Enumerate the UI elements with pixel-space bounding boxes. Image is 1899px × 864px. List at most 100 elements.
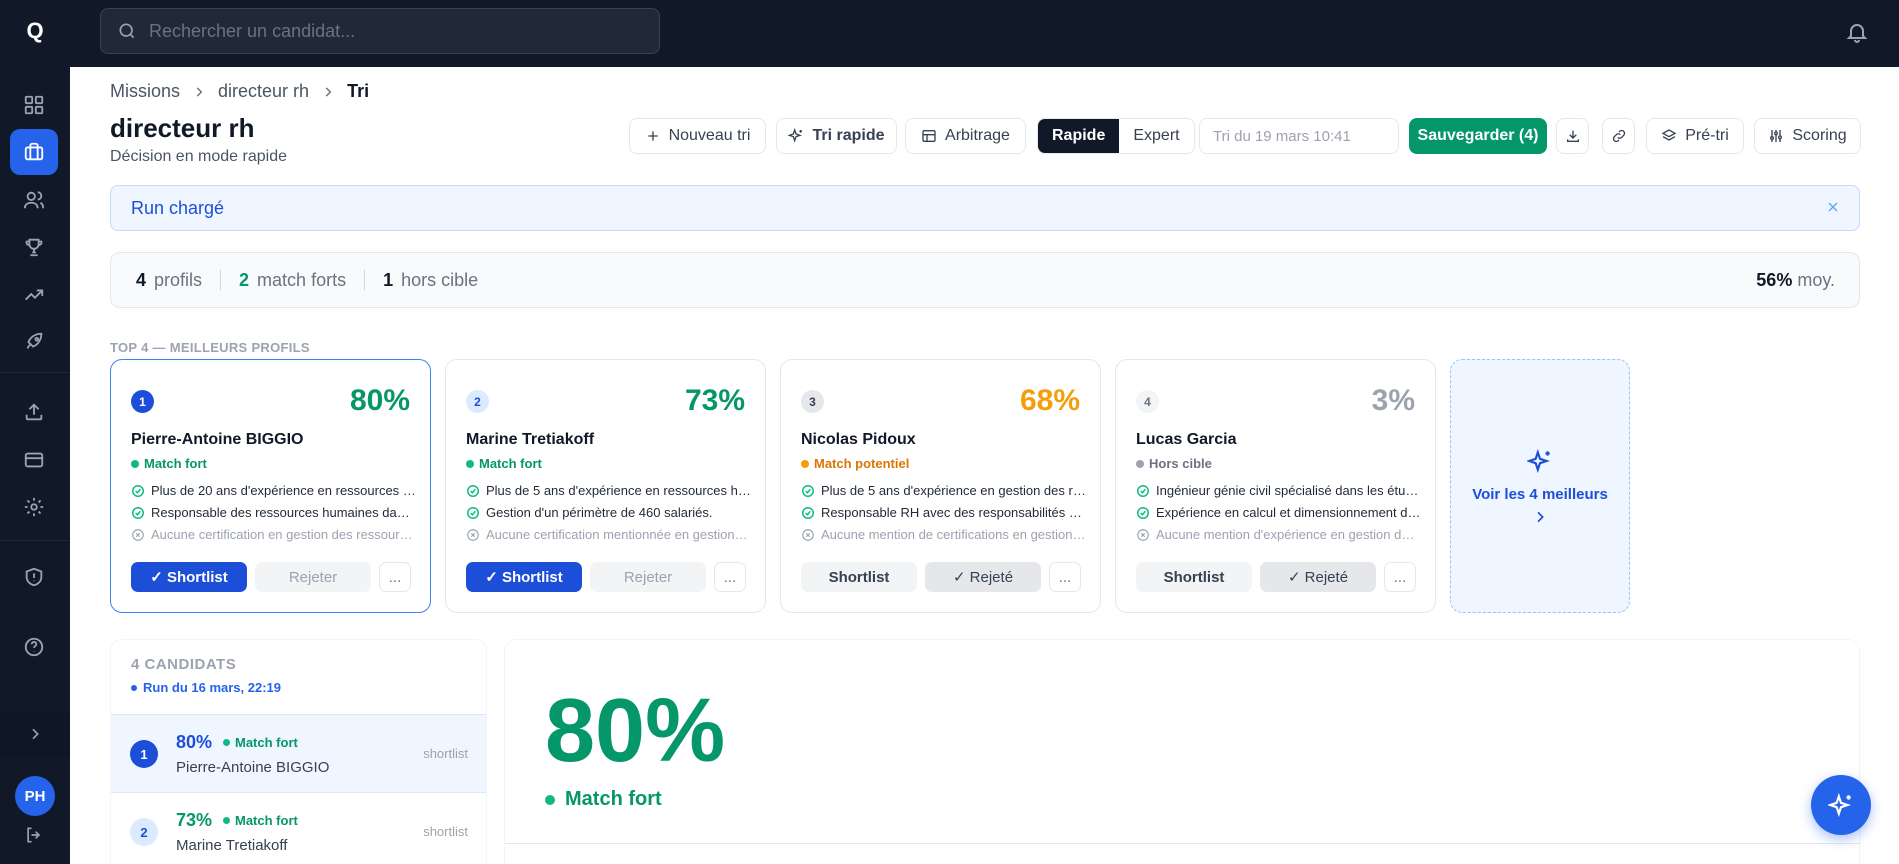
- mode-rapide-button[interactable]: Rapide: [1038, 119, 1120, 153]
- logout-button[interactable]: [24, 825, 44, 845]
- breadcrumb-missions[interactable]: Missions: [110, 81, 180, 102]
- table-icon: [922, 130, 936, 142]
- close-icon: [1828, 202, 1838, 212]
- status-dot: [545, 794, 555, 805]
- breadcrumb: Missions directeur rh Tri: [110, 81, 369, 102]
- presort-button[interactable]: Pré-tri: [1646, 118, 1744, 154]
- criterion-met: Expérience en calcul et dimensionnement …: [1136, 505, 1421, 520]
- reject-button[interactable]: Rejeter: [590, 562, 706, 592]
- see-top-label: Voir les 4 meilleurs: [1472, 485, 1608, 503]
- mode-expert-button[interactable]: Expert: [1119, 119, 1193, 153]
- shortlist-button[interactable]: ✓ Shortlist: [466, 562, 582, 592]
- rank-badge: 2: [130, 818, 158, 846]
- expand-sidebar-button[interactable]: [0, 712, 70, 756]
- see-top-button[interactable]: Voir les 4 meilleurs: [1450, 359, 1630, 613]
- sidebar-item-help[interactable]: [10, 624, 58, 670]
- presort-label: Pré-tri: [1685, 127, 1729, 144]
- shortlist-button[interactable]: Shortlist: [1136, 562, 1252, 592]
- match-tag-label: Match fort: [479, 456, 542, 471]
- sidebar-divider: [0, 540, 70, 541]
- sidebar-divider: [0, 372, 70, 373]
- more-options-button[interactable]: ...: [379, 562, 411, 592]
- rejected-button[interactable]: ✓ Rejeté: [925, 562, 1041, 592]
- candidate-card[interactable]: 2 73% Marine Tretiakoff Match fort Plus …: [445, 359, 766, 613]
- new-sort-label: Nouveau tri: [668, 127, 751, 144]
- avatar[interactable]: PH: [15, 776, 55, 816]
- status-dot: [131, 459, 139, 468]
- match-tag-label: Match fort: [235, 813, 298, 828]
- criterion-text: Plus de 5 ans d'expérience en gestion de…: [821, 483, 1086, 498]
- criterion-missing: Aucune mention de certifications en gest…: [801, 527, 1086, 542]
- match-tag: Hors cible: [1136, 456, 1212, 471]
- sidebar-item-settings[interactable]: [10, 484, 58, 530]
- list-item[interactable]: 1 80% Match fort Pierre-Antoine BIGGIO s…: [111, 714, 486, 792]
- candidate-name: Nicolas Pidoux: [801, 431, 916, 448]
- sidebar-item-candidates[interactable]: [10, 177, 58, 223]
- arbitration-button[interactable]: Arbitrage: [905, 118, 1026, 154]
- reject-button[interactable]: Rejeter: [255, 562, 371, 592]
- list-item[interactable]: 2 73% Match fort Marine Tretiakoff short…: [111, 792, 486, 864]
- candidate-name: Lucas Garcia: [1136, 431, 1237, 448]
- stats-separator: [220, 270, 222, 290]
- match-percentage: 68%: [1019, 384, 1080, 417]
- divider: [505, 843, 1861, 844]
- match-percentage: 73%: [684, 384, 745, 417]
- sidebar-item-dashboard[interactable]: [10, 82, 58, 128]
- check-circle-icon: [467, 506, 479, 519]
- status-dot: [131, 684, 137, 691]
- sidebar-item-security[interactable]: [10, 554, 58, 600]
- alert-close-button[interactable]: [1825, 199, 1841, 215]
- app-logo[interactable]: Q: [22, 18, 48, 44]
- share-link-button[interactable]: [1602, 118, 1635, 154]
- off-target-label: hors cible: [401, 269, 479, 290]
- match-percentage: 73%: [176, 810, 213, 830]
- off-target-count: 1: [383, 269, 394, 290]
- sidebar-item-missions[interactable]: [10, 129, 58, 175]
- check-circle-icon: [467, 484, 479, 497]
- shield-icon: [25, 567, 43, 587]
- candidate-card[interactable]: 1 80% Pierre-Antoine BIGGIO Match fort P…: [110, 359, 431, 613]
- sidebar-item-rankings[interactable]: [10, 224, 58, 270]
- chevron-right-icon: [32, 728, 39, 740]
- breadcrumb-mission[interactable]: directeur rh: [218, 81, 309, 102]
- more-options-button[interactable]: ...: [1049, 562, 1081, 592]
- list-header: 4 CANDIDATS: [131, 656, 237, 673]
- sparkles-icon: [788, 128, 803, 143]
- scoring-button[interactable]: Scoring: [1754, 118, 1861, 154]
- sidebar-item-import[interactable]: [10, 389, 58, 435]
- candidate-card[interactable]: 3 68% Nicolas Pidoux Match potentiel Plu…: [780, 359, 1101, 613]
- shortlist-button[interactable]: Shortlist: [801, 562, 917, 592]
- quick-sort-button[interactable]: Tri rapide: [776, 118, 897, 154]
- sidebar-item-billing[interactable]: [10, 437, 58, 483]
- rejected-button[interactable]: ✓ Rejeté: [1260, 562, 1376, 592]
- candidate-card[interactable]: 4 3% Lucas Garcia Hors cible Ingénieur g…: [1115, 359, 1436, 613]
- ai-assistant-button[interactable]: [1811, 775, 1871, 835]
- criterion-met: Ingénieur génie civil spécialisé dans le…: [1136, 483, 1421, 498]
- rank-badge: 4: [1136, 390, 1159, 413]
- search-box[interactable]: [100, 8, 660, 54]
- sort-date-field[interactable]: [1199, 118, 1399, 154]
- more-options-button[interactable]: ...: [714, 562, 746, 592]
- status-dot: [801, 459, 809, 468]
- shortlist-button[interactable]: ✓ Shortlist: [131, 562, 247, 592]
- arbitration-label: Arbitrage: [945, 127, 1010, 144]
- download-button[interactable]: [1556, 118, 1589, 154]
- download-icon: [1566, 130, 1579, 142]
- x-circle-icon: [1137, 528, 1149, 541]
- more-options-button[interactable]: ...: [1384, 562, 1416, 592]
- new-sort-button[interactable]: Nouveau tri: [629, 118, 766, 154]
- criterion-text: Plus de 5 ans d'expérience en ressources…: [486, 483, 751, 498]
- quick-sort-label: Tri rapide: [812, 127, 885, 144]
- criterion-text: Expérience en calcul et dimensionnement …: [1156, 505, 1421, 520]
- detail-match-tag-label: Match fort: [565, 788, 662, 810]
- save-button[interactable]: Sauvegarder (4): [1409, 118, 1547, 154]
- bell-icon: [1846, 24, 1868, 43]
- sidebar-item-launch[interactable]: [10, 319, 58, 365]
- x-circle-icon: [467, 528, 479, 541]
- sidebar-item-analytics[interactable]: [10, 272, 58, 318]
- criterion-text: Aucune certification mentionnée en gesti…: [486, 527, 751, 542]
- notifications-button[interactable]: [1845, 20, 1869, 44]
- candidate-name: Pierre-Antoine BIGGIO: [176, 759, 330, 776]
- stats-separator: [364, 270, 366, 290]
- search-input[interactable]: [149, 20, 629, 42]
